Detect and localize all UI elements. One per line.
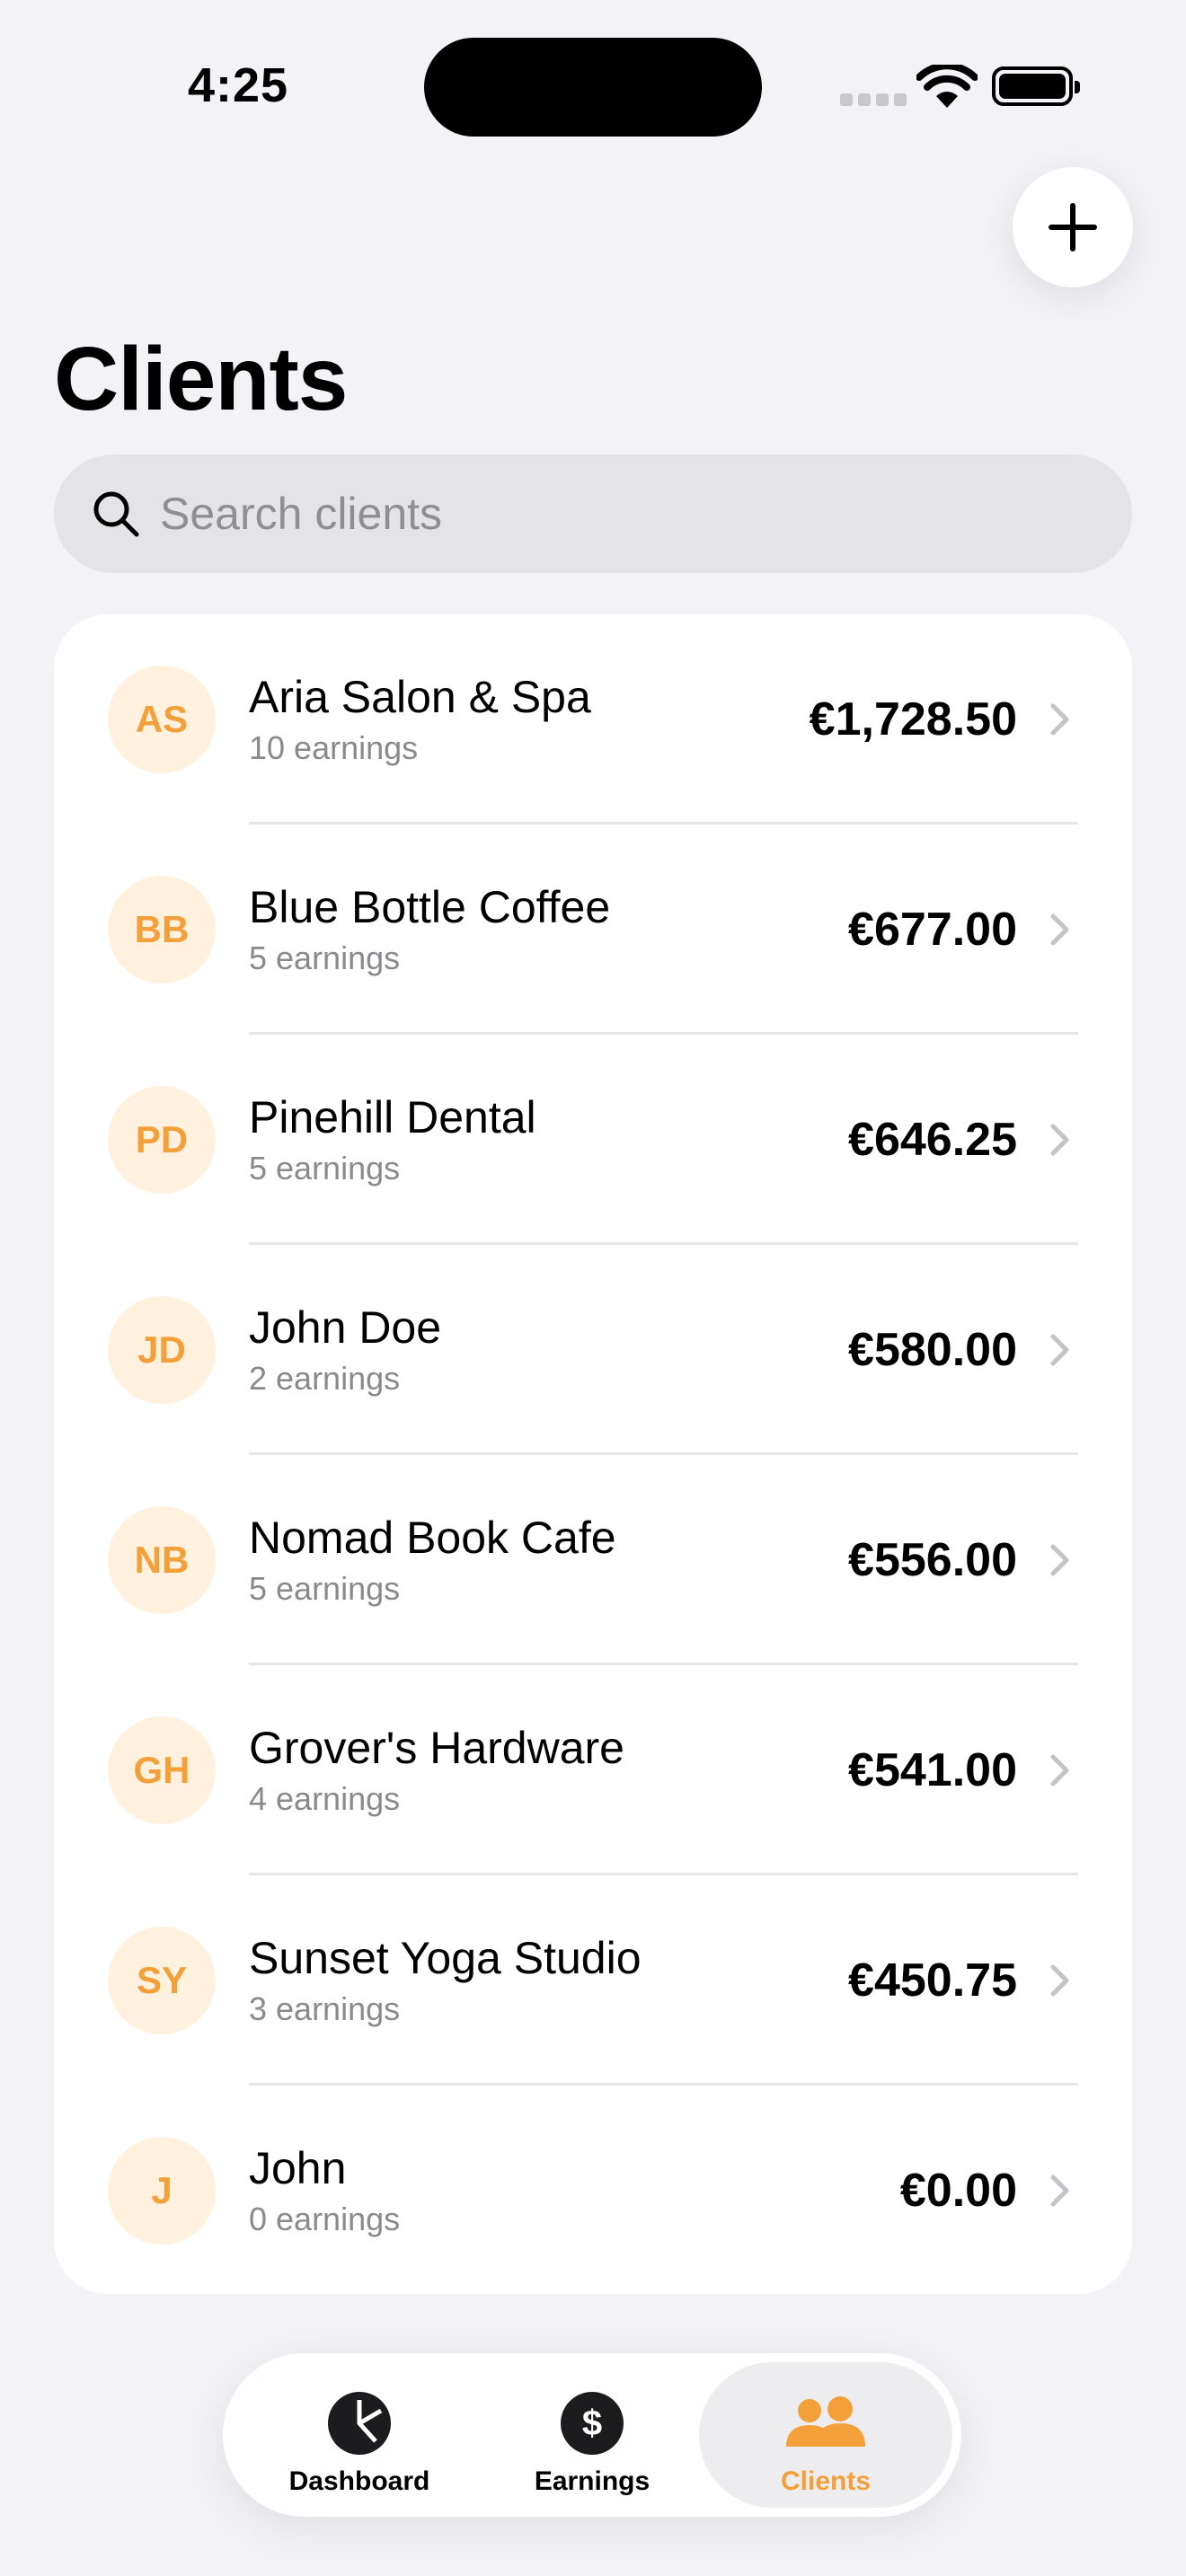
avatar: GH	[108, 1716, 216, 1824]
tab-label: Clients	[780, 2466, 872, 2496]
client-row[interactable]: BB Blue Bottle Coffee 5 earnings €677.00	[54, 825, 1132, 1035]
client-earnings-count: 4 earnings	[249, 1780, 401, 1817]
client-name: Grover's Hardware	[249, 1723, 624, 1773]
chevron-right-icon	[1050, 1124, 1069, 1156]
client-earnings-count: 5 earnings	[249, 1150, 401, 1187]
client-list: AS Aria Salon & Spa 10 earnings €1,728.5…	[54, 614, 1132, 2294]
dollar-icon: $	[561, 2392, 624, 2455]
avatar: JD	[108, 1296, 216, 1404]
search-icon	[93, 491, 139, 537]
dynamic-island	[424, 38, 762, 137]
chevron-right-icon	[1050, 1544, 1069, 1576]
client-row[interactable]: SY Sunset Yoga Studio 3 earnings €450.75	[54, 1875, 1132, 2086]
client-name: John	[249, 2143, 347, 2193]
client-earnings-count: 5 earnings	[249, 940, 401, 976]
pie-chart-icon	[328, 2392, 391, 2455]
tab-label: Dashboard	[288, 2466, 430, 2496]
client-amount: €450.75	[848, 1954, 1017, 2007]
client-name: Pinehill Dental	[249, 1092, 536, 1142]
avatar: AS	[108, 666, 216, 773]
client-amount: €541.00	[848, 1744, 1017, 1796]
client-name: John Doe	[249, 1302, 442, 1353]
chevron-right-icon	[1050, 1334, 1069, 1366]
client-name: Nomad Book Cafe	[249, 1513, 616, 1563]
search-input[interactable]	[160, 488, 1058, 540]
chevron-right-icon	[1050, 1964, 1069, 1997]
svg-text:$: $	[582, 2404, 602, 2443]
client-earnings-count: 0 earnings	[249, 2201, 401, 2237]
client-amount: €646.25	[848, 1114, 1017, 1166]
avatar: J	[108, 2137, 216, 2245]
avatar: SY	[108, 1927, 216, 2034]
chevron-right-icon	[1050, 913, 1069, 946]
add-client-button[interactable]	[1013, 167, 1133, 287]
people-icon	[786, 2396, 865, 2447]
tab-bar: Dashboard $ Earnings Clients	[223, 2353, 961, 2517]
chevron-right-icon	[1050, 703, 1069, 736]
client-earnings-count: 10 earnings	[249, 729, 419, 766]
client-row[interactable]: AS Aria Salon & Spa 10 earnings €1,728.5…	[54, 614, 1132, 825]
status-bar: 4:25	[0, 0, 1186, 171]
page-title: Clients	[54, 329, 348, 429]
avatar: NB	[108, 1506, 216, 1614]
client-row[interactable]: JD John Doe 2 earnings €580.00	[54, 1245, 1132, 1455]
tab-clients[interactable]: Clients	[699, 2362, 952, 2508]
tab-label: Earnings	[534, 2466, 651, 2496]
chevron-right-icon	[1050, 1754, 1069, 1786]
wifi-icon	[916, 65, 978, 108]
client-earnings-count: 3 earnings	[249, 1990, 401, 2027]
client-amount: €556.00	[848, 1534, 1017, 1586]
tab-earnings[interactable]: $ Earnings	[475, 2362, 709, 2508]
battery-icon	[992, 66, 1080, 106]
client-earnings-count: 2 earnings	[249, 1360, 401, 1397]
client-amount: €1,728.50	[809, 693, 1017, 745]
client-row[interactable]: J John 0 earnings €0.00	[54, 2086, 1132, 2294]
status-time: 4:25	[187, 58, 289, 112]
avatar: PD	[108, 1086, 216, 1194]
chevron-right-icon	[1050, 2175, 1069, 2207]
avatar: BB	[108, 876, 216, 984]
client-row[interactable]: PD Pinehill Dental 5 earnings €646.25	[54, 1035, 1132, 1245]
client-name: Blue Bottle Coffee	[249, 882, 611, 932]
tab-dashboard[interactable]: Dashboard	[243, 2362, 476, 2508]
client-amount: €580.00	[848, 1324, 1017, 1376]
client-name: Aria Salon & Spa	[249, 672, 591, 722]
client-row[interactable]: GH Grover's Hardware 4 earnings €541.00	[54, 1665, 1132, 1875]
client-amount: €0.00	[899, 2165, 1017, 2217]
cellular-signal-icon	[840, 93, 907, 106]
client-name: Sunset Yoga Studio	[249, 1933, 642, 1983]
client-row[interactable]: NB Nomad Book Cafe 5 earnings €556.00	[54, 1455, 1132, 1665]
plus-icon	[1049, 203, 1097, 251]
client-amount: €677.00	[848, 904, 1017, 956]
client-earnings-count: 5 earnings	[249, 1570, 401, 1607]
search-bar[interactable]	[54, 454, 1132, 573]
